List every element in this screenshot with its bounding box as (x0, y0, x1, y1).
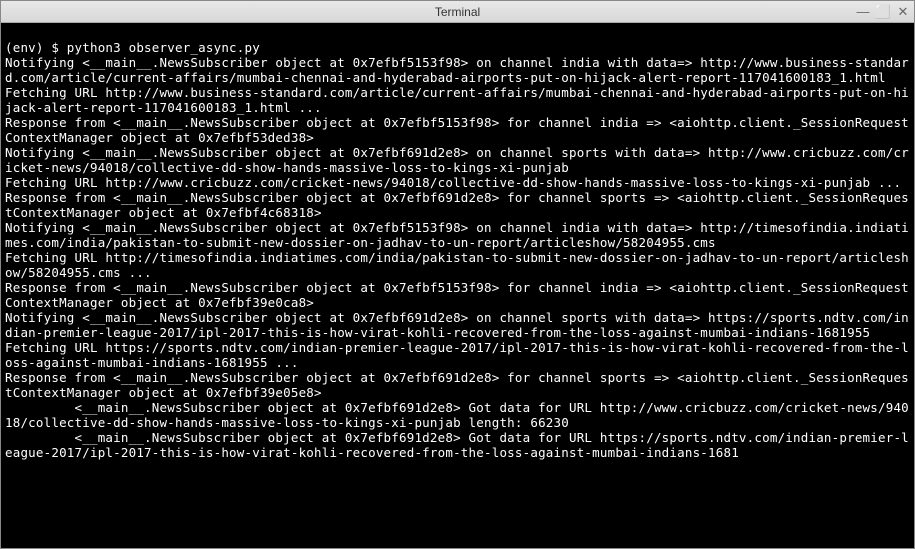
output-line: Response from <__main__.NewsSubscriber o… (5, 370, 909, 400)
close-icon[interactable]: ✕ (896, 5, 910, 19)
terminal-window: Terminal — ⬜ ✕ (env) $ python3 observer_… (0, 0, 915, 549)
output-line: Notifying <__main__.NewsSubscriber objec… (5, 310, 909, 340)
prompt-line: (env) $ python3 observer_async.py (5, 40, 260, 55)
output-line: Notifying <__main__.NewsSubscriber objec… (5, 220, 909, 250)
maximize-icon[interactable]: ⬜ (876, 5, 890, 19)
output-line: Notifying <__main__.NewsSubscriber objec… (5, 145, 909, 175)
output-line: Response from <__main__.NewsSubscriber o… (5, 115, 909, 145)
output-line: Fetching URL https://sports.ndtv.com/ind… (5, 340, 909, 370)
terminal-output[interactable]: (env) $ python3 observer_async.py Notify… (1, 23, 914, 548)
output-line: Response from <__main__.NewsSubscriber o… (5, 190, 909, 220)
output-line: <__main__.NewsSubscriber object at 0x7ef… (5, 430, 909, 460)
window-title: Terminal (435, 5, 480, 19)
window-controls: — ⬜ ✕ (856, 5, 910, 19)
titlebar[interactable]: Terminal — ⬜ ✕ (1, 1, 914, 23)
minimize-icon[interactable]: — (856, 5, 870, 19)
output-line: Response from <__main__.NewsSubscriber o… (5, 280, 909, 310)
output-line: Fetching URL http://www.cricbuzz.com/cri… (5, 175, 901, 190)
output-line: Notifying <__main__.NewsSubscriber objec… (5, 55, 909, 85)
output-line: <__main__.NewsSubscriber object at 0x7ef… (5, 400, 909, 430)
output-line: Fetching URL http://www.business-standar… (5, 85, 909, 115)
output-line: Fetching URL http://timesofindia.indiati… (5, 250, 909, 280)
